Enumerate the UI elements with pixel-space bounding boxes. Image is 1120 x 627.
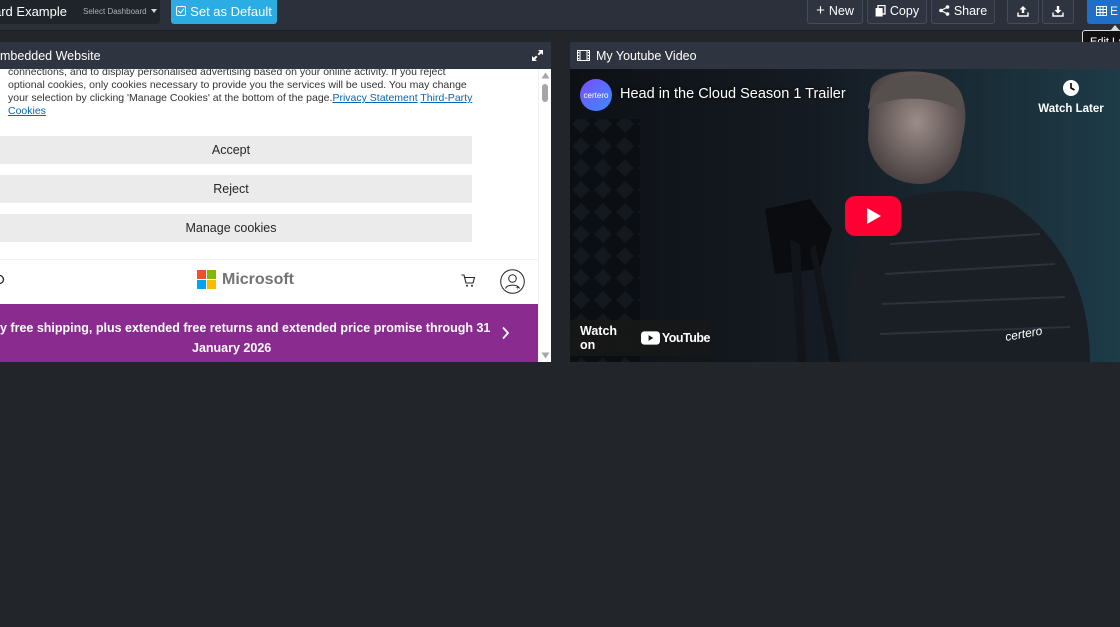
scroll-up-arrow-icon[interactable] bbox=[541, 72, 550, 79]
youtube-logo-icon bbox=[640, 331, 660, 345]
download-icon bbox=[1052, 5, 1064, 17]
set-as-default-button[interactable]: Set as Default bbox=[171, 0, 277, 24]
channel-avatar-text: certero bbox=[583, 90, 609, 100]
youtube-video-embed[interactable]: certero certero Head in the Cloud Season… bbox=[570, 69, 1120, 362]
copy-button[interactable]: Copy bbox=[867, 0, 927, 24]
reject-cookies-button[interactable]: Reject bbox=[0, 175, 472, 203]
select-dashboard-label: Select Dashboard bbox=[82, 6, 147, 16]
edit-label: E bbox=[1110, 4, 1119, 18]
chevron-right-icon[interactable] bbox=[501, 326, 510, 340]
accept-cookies-button[interactable]: Accept bbox=[0, 136, 472, 164]
checkbox-icon bbox=[176, 6, 187, 16]
microsoft-brand-text: Microsoft bbox=[222, 270, 294, 288]
table-icon bbox=[1096, 6, 1107, 16]
microsoft-header: Microsoft + bbox=[0, 259, 538, 304]
chevron-down-icon bbox=[150, 9, 157, 13]
watch-on-label: Watch on bbox=[580, 324, 618, 352]
promo-text-line2: January 2026 bbox=[192, 341, 272, 355]
share-button[interactable]: Share bbox=[931, 0, 995, 24]
upload-button[interactable] bbox=[1007, 0, 1039, 24]
panel-title: My Youtube Video bbox=[596, 48, 697, 63]
scrollbar-thumb[interactable] bbox=[542, 84, 548, 102]
clock-icon bbox=[1063, 80, 1079, 96]
film-icon bbox=[577, 50, 590, 61]
download-button[interactable] bbox=[1042, 0, 1074, 24]
share-icon bbox=[939, 5, 950, 16]
channel-avatar[interactable]: certero bbox=[580, 79, 612, 111]
share-label: Share bbox=[953, 3, 988, 18]
dashboard-selector[interactable]: ard Example Select Dashboard bbox=[0, 0, 160, 24]
youtube-wordmark: YouTube bbox=[661, 331, 711, 345]
top-toolbar: ard Example Select Dashboard Set as Defa… bbox=[0, 0, 1120, 31]
svg-text:+: + bbox=[516, 286, 520, 292]
shopping-cart-icon[interactable] bbox=[461, 274, 476, 288]
panel-title: mbedded Website bbox=[0, 48, 101, 63]
scroll-down-arrow-icon[interactable] bbox=[541, 352, 550, 359]
upload-icon bbox=[1017, 5, 1029, 17]
scrollbar[interactable] bbox=[538, 69, 551, 362]
watch-later-button[interactable]: Watch Later bbox=[1036, 79, 1106, 119]
edit-layout-button[interactable]: E bbox=[1087, 0, 1120, 24]
dashboard-name: ard Example bbox=[0, 3, 67, 19]
privacy-statement-link[interactable]: Privacy Statement bbox=[332, 92, 417, 104]
promo-text-line1: y free shipping, plus extended free retu… bbox=[0, 321, 491, 335]
account-icon[interactable]: + bbox=[500, 269, 525, 294]
new-label: New bbox=[828, 3, 854, 18]
new-button[interactable]: + New bbox=[807, 0, 863, 24]
expand-icon[interactable] bbox=[531, 49, 544, 62]
promo-banner[interactable]: y free shipping, plus extended free retu… bbox=[0, 304, 538, 362]
video-title[interactable]: Head in the Cloud Season 1 Trailer bbox=[620, 86, 846, 102]
youtube-panel-header: My Youtube Video bbox=[570, 42, 1120, 69]
microsoft-logo[interactable]: Microsoft bbox=[197, 270, 294, 289]
watch-later-label: Watch Later bbox=[1038, 103, 1104, 115]
embedded-website-frame[interactable]: connections, and to display personalised… bbox=[0, 69, 551, 362]
microsoft-logo-icon bbox=[197, 270, 216, 289]
copy-icon bbox=[875, 4, 886, 16]
watch-on-youtube-button[interactable]: Watch on YouTube bbox=[570, 320, 711, 356]
set-as-default-label: Set as Default bbox=[190, 3, 272, 19]
cookie-notice: connections, and to display personalised… bbox=[8, 69, 478, 118]
manage-cookies-button[interactable]: Manage cookies bbox=[0, 214, 472, 242]
copy-label: Copy bbox=[889, 3, 920, 18]
search-icon[interactable] bbox=[0, 274, 7, 287]
play-button-icon[interactable] bbox=[845, 196, 901, 236]
plus-icon: + bbox=[816, 2, 825, 19]
embedded-website-panel-header: mbedded Website bbox=[0, 42, 551, 69]
